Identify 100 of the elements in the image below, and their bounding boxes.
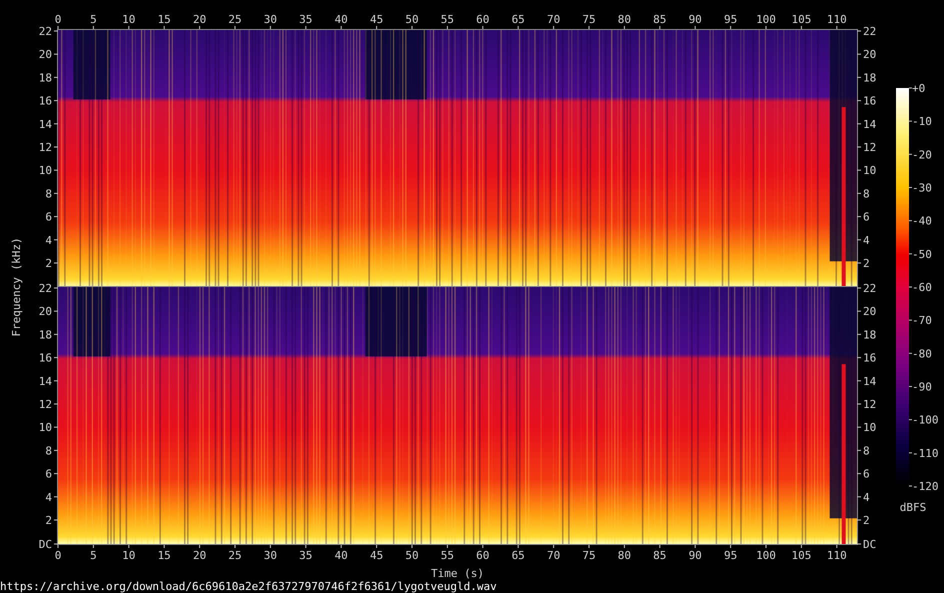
time-tick-label: 95 [724,549,738,562]
axis-title: Frequency (kHz) [10,237,23,337]
frequency-tick-label: 2 [863,257,870,270]
frequency-tick-label: 18 [38,328,52,342]
time-tick-label: 0 [54,13,62,26]
colorbar-tick-label: -10 [912,115,932,128]
colorbar-tick-label: -60 [912,281,932,294]
time-tick-label: 35 [299,13,312,26]
frequency-tick-label: 6 [863,468,870,481]
colorbar-tick-label: -110 [912,446,938,460]
time-tick-label: 100 [756,13,776,26]
frequency-tick-label: 10 [863,164,876,178]
frequency-tick-label: 22 [863,25,876,38]
time-tick-label: 30 [264,549,278,562]
frequency-tick-label: 8 [863,187,870,200]
frequency-tick-label: 4 [863,234,870,247]
frequency-tick-label: 4 [45,234,52,247]
colorbar-tick-label: +0 [912,82,926,95]
time-tick-label: 95 [724,13,738,26]
frequency-tick-label: 20 [38,305,52,318]
frequency-tick-label: 22 [863,282,876,295]
time-tick-label: 65 [512,549,525,562]
colorbar-tick-label: -40 [912,214,932,228]
time-tick-label: 75 [582,13,596,26]
frequency-tick-label: 16 [38,94,52,108]
frequency-tick-label: 18 [863,71,876,84]
frequency-tick-label: 16 [863,352,876,365]
time-tick-label: 55 [440,13,454,26]
time-tick-label: 105 [791,549,812,562]
frequency-tick-label: 12 [863,141,876,154]
time-tick-label: 15 [158,13,171,26]
time-tick-label: 0 [54,549,62,562]
time-tick-label: 55 [440,549,454,562]
frequency-tick-label: 8 [45,187,52,200]
time-tick-label: 80 [618,13,632,26]
time-tick-label: 100 [756,549,776,562]
frequency-tick-label: 10 [863,421,876,434]
time-tick-label: 60 [476,549,490,562]
frequency-tick-label: DC [863,538,876,551]
time-tick-label: 15 [158,549,171,562]
frequency-tick-label: 6 [45,468,52,481]
frequency-tick-label: 12 [863,398,876,411]
frequency-tick-label: 4 [45,490,52,504]
frequency-tick-label: 14 [38,118,52,131]
time-tick-label: 10 [122,549,136,562]
axis-title: Time (s) [431,567,484,580]
time-tick-label: 70 [546,13,560,26]
colorbar-tick-label: -50 [912,248,932,261]
frequency-tick-label: 2 [45,514,52,527]
colorbar-tick-label: -80 [912,347,932,360]
time-tick-label: 110 [826,549,847,562]
frequency-tick-label: 12 [38,398,52,411]
frequency-tick-label: DC [38,538,52,551]
frequency-tick-label: 16 [863,94,876,108]
time-tick-label: 65 [512,13,525,26]
frequency-tick-label: 2 [863,514,870,527]
frequency-tick-label: 12 [38,141,52,154]
frequency-tick-label: 14 [863,374,876,388]
frequency-tick-label: 10 [38,164,52,178]
frequency-tick-label: 18 [38,71,52,84]
time-tick-label: 45 [370,13,384,26]
frequency-tick-label: 2 [45,257,52,270]
time-tick-label: 85 [653,549,666,562]
frequency-tick-label: 20 [863,48,876,62]
colorbar-tick-label: -90 [912,380,932,394]
time-tick-label: 20 [192,13,206,26]
time-tick-label: 40 [334,549,348,562]
time-tick-label: 90 [688,13,702,26]
time-tick-label: 105 [791,13,812,26]
time-tick-label: 25 [228,13,242,26]
time-tick-label: 25 [228,549,242,562]
frequency-tick-label: 22 [38,25,52,38]
time-tick-label: 35 [299,549,312,562]
time-tick-label: 80 [618,549,632,562]
time-tick-label: 30 [264,13,278,26]
colorbar-tick-label: -100 [912,414,938,427]
frequency-tick-label: 6 [45,210,52,224]
frequency-tick-label: 18 [863,328,876,342]
time-tick-label: 5 [90,549,97,562]
colorbar-tick-label: -120 [912,480,938,493]
frequency-tick-label: 8 [863,444,870,458]
colorbar-tick-label: -70 [912,314,932,328]
time-tick-label: 90 [688,549,702,562]
time-tick-label: 60 [476,13,490,26]
frequency-tick-label: 20 [863,305,876,318]
time-tick-label: 50 [405,13,419,26]
frequency-tick-label: 14 [38,374,52,388]
time-tick-label: 45 [370,549,384,562]
frequency-tick-label: 6 [863,210,870,224]
time-tick-label: 70 [546,549,560,562]
time-tick-label: 40 [334,13,348,26]
source-url-text: https://archive.org/download/6c69610a2e2f63727970746f2f6361/lygotveugld.wav [0,580,497,593]
time-tick-label: 20 [192,549,206,562]
frequency-tick-label: 20 [38,48,52,62]
frequency-tick-label: 4 [863,490,870,504]
frequency-tick-label: 8 [45,444,52,458]
colorbar-tick-label: -20 [912,148,932,162]
time-tick-label: 85 [653,13,666,26]
frequency-tick-label: 10 [38,421,52,434]
time-tick-label: 110 [826,13,847,26]
